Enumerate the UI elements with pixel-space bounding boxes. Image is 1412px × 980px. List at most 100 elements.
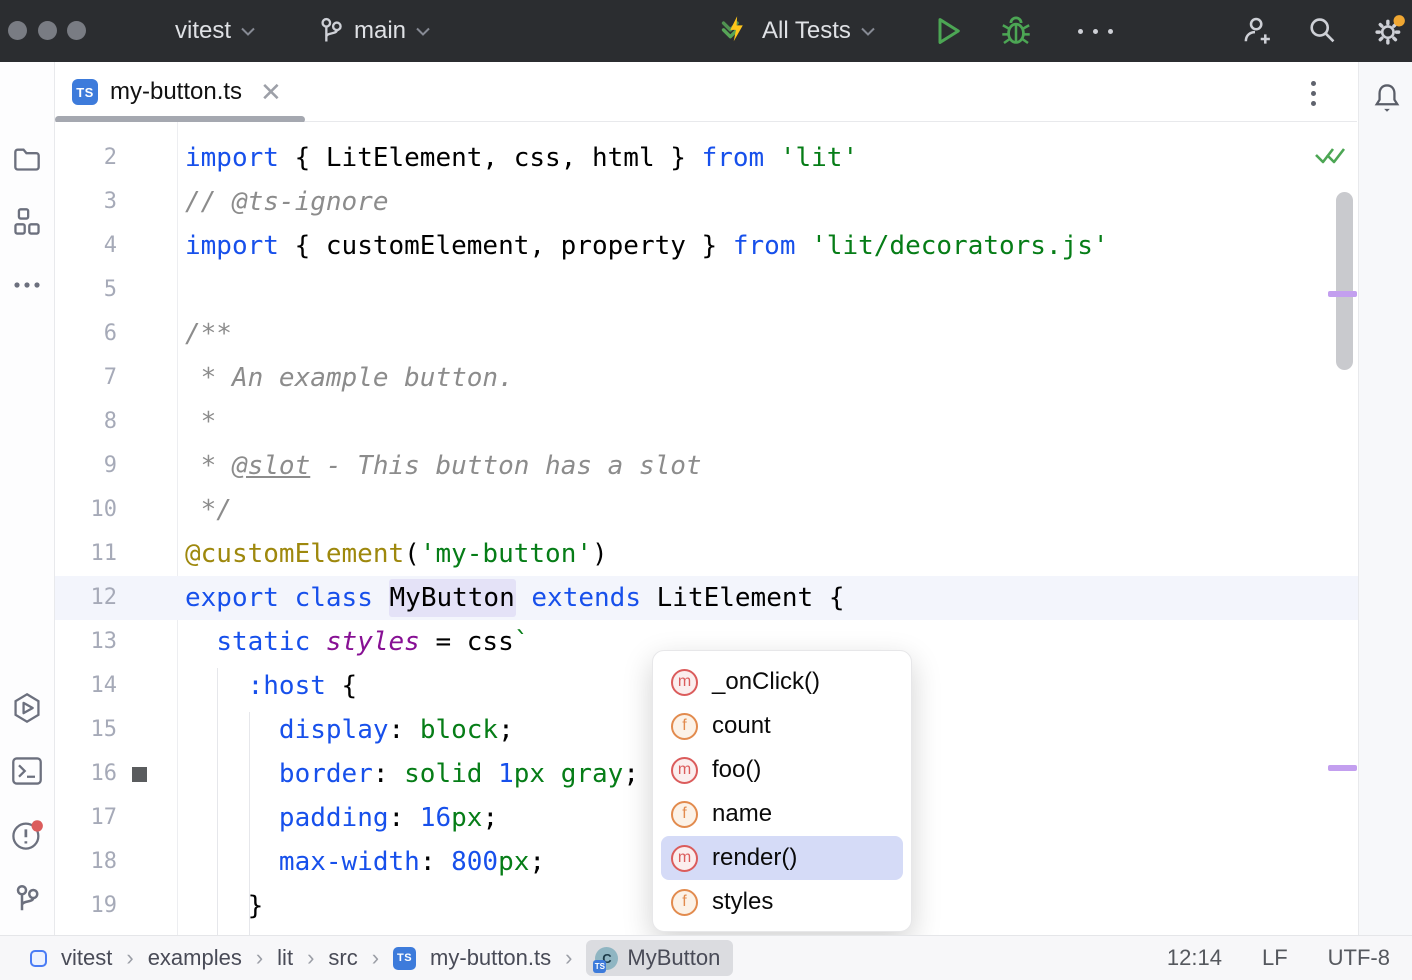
project-folder-icon[interactable] xyxy=(13,146,41,172)
code-line[interactable]: 5 xyxy=(55,268,1358,312)
services-icon[interactable] xyxy=(11,692,43,724)
line-number[interactable]: 16 xyxy=(55,752,117,796)
title-bar: vitest main All Tests xyxy=(0,0,1412,62)
code-line[interactable]: 11 @customElement('my-button') xyxy=(55,532,1358,576)
code-text[interactable]: @customElement('my-button') xyxy=(185,532,608,576)
code-line[interactable]: 2 import { LitElement, css, html } from '… xyxy=(55,136,1358,180)
field-icon: f xyxy=(671,713,698,740)
structure-popup-item[interactable]: fname xyxy=(661,792,903,836)
line-number[interactable]: 9 xyxy=(55,444,117,488)
breadcrumb-examples[interactable]: examples xyxy=(148,945,242,971)
line-number[interactable]: 15 xyxy=(55,708,117,752)
line-number[interactable]: 14 xyxy=(55,664,117,708)
code-text[interactable]: } xyxy=(185,884,263,928)
structure-icon[interactable] xyxy=(13,207,41,237)
line-number[interactable]: 2 xyxy=(55,136,117,180)
status-bar: vitest › examples › lit › src › TS my-bu… xyxy=(0,935,1412,980)
caret-position-widget[interactable]: 12:14 xyxy=(1167,945,1222,971)
branch-name: main xyxy=(354,0,406,62)
breadcrumb-class-label: MyButton xyxy=(627,945,720,971)
terminal-icon[interactable] xyxy=(11,756,43,786)
code-text[interactable]: static styles = css` xyxy=(185,620,529,664)
tab-my-button[interactable]: TS my-button.ts ✕ xyxy=(60,62,302,122)
structure-popup-item[interactable]: fstyles xyxy=(661,880,903,924)
line-number[interactable]: 8 xyxy=(55,400,117,444)
line-number[interactable]: 7 xyxy=(55,356,117,400)
code-line[interactable]: 6 /** xyxy=(55,312,1358,356)
code-text[interactable]: max-width: 800px; xyxy=(185,840,545,884)
search-everywhere-button[interactable] xyxy=(1307,0,1337,62)
line-number[interactable]: 18 xyxy=(55,840,117,884)
line-number[interactable]: 19 xyxy=(55,884,117,928)
run-button[interactable] xyxy=(933,0,963,62)
line-number[interactable]: 12 xyxy=(55,576,117,620)
line-number[interactable]: 4 xyxy=(55,224,117,268)
git-toolwindow-icon[interactable] xyxy=(13,884,41,914)
breadcrumb-class-selected[interactable]: CTS MyButton xyxy=(586,940,733,976)
breadcrumb-lit[interactable]: lit xyxy=(277,945,293,971)
add-user-icon xyxy=(1240,15,1270,47)
code-line[interactable]: 3 // @ts-ignore xyxy=(55,180,1358,224)
line-number[interactable]: 6 xyxy=(55,312,117,356)
code-line[interactable]: 4 import { customElement, property } from… xyxy=(55,224,1358,268)
code-line[interactable]: 8 * xyxy=(55,400,1358,444)
notifications-stripe xyxy=(1358,62,1412,935)
debug-bug-icon xyxy=(1000,15,1032,47)
code-line[interactable]: 7 * An example button. xyxy=(55,356,1358,400)
notifications-bell-icon[interactable] xyxy=(1373,82,1401,114)
window-minimize-button[interactable] xyxy=(38,21,57,40)
inspections-passed-icon[interactable] xyxy=(1313,142,1347,170)
code-text[interactable]: import { customElement, property } from … xyxy=(185,224,1109,268)
structure-popup-item[interactable]: fcount xyxy=(661,704,903,748)
code-line[interactable]: 12 export class MyButton extends LitEleme… xyxy=(55,576,1358,620)
more-actions-button[interactable] xyxy=(1078,0,1113,62)
code-text[interactable]: * @slot - This button has a slot xyxy=(185,444,702,488)
line-number[interactable]: 5 xyxy=(55,268,117,312)
window-zoom-button[interactable] xyxy=(67,21,86,40)
line-number[interactable]: 11 xyxy=(55,532,117,576)
structure-popup-item[interactable]: m_onClick() xyxy=(661,660,903,704)
chevron-down-icon xyxy=(241,27,255,36)
editor-scrollbar[interactable] xyxy=(1336,192,1353,370)
code-text[interactable]: import { LitElement, css, html } from 'l… xyxy=(185,136,858,180)
code-text[interactable]: * xyxy=(185,400,216,444)
code-text[interactable]: padding: 16px; xyxy=(185,796,498,840)
line-number[interactable]: 10 xyxy=(55,488,117,532)
code-text[interactable]: */ xyxy=(185,488,232,532)
encoding-widget[interactable]: UTF-8 xyxy=(1328,945,1390,971)
settings-button[interactable] xyxy=(1372,0,1406,62)
color-preview-swatch[interactable] xyxy=(132,767,147,782)
tab-close-icon[interactable]: ✕ xyxy=(260,79,282,105)
line-separator-widget[interactable]: LF xyxy=(1262,945,1288,971)
branch-widget[interactable]: main xyxy=(318,0,430,62)
window-close-button[interactable] xyxy=(8,21,27,40)
code-with-me-button[interactable] xyxy=(1240,0,1270,62)
code-text[interactable]: export class MyButton extends LitElement… xyxy=(185,576,844,620)
code-line[interactable]: 9 * @slot - This button has a slot xyxy=(55,444,1358,488)
code-text[interactable]: /** xyxy=(185,312,232,356)
code-text[interactable]: border: solid 1px gray; xyxy=(185,752,639,796)
problems-icon[interactable] xyxy=(10,818,44,852)
line-number[interactable]: 17 xyxy=(55,796,117,840)
tab-options-button[interactable] xyxy=(1311,76,1316,111)
breadcrumb-file[interactable]: my-button.ts xyxy=(430,945,551,971)
breadcrumb-separator: › xyxy=(256,945,263,971)
structure-popup-item[interactable]: mrender() xyxy=(661,836,903,880)
code-text[interactable]: display: block; xyxy=(185,708,514,752)
code-line[interactable]: 10 */ xyxy=(55,488,1358,532)
breadcrumb-src[interactable]: src xyxy=(328,945,357,971)
code-text[interactable]: * An example button. xyxy=(185,356,514,400)
line-number[interactable]: 13 xyxy=(55,620,117,664)
line-number[interactable]: 3 xyxy=(55,180,117,224)
run-configuration-widget[interactable]: All Tests xyxy=(720,0,875,62)
run-icon xyxy=(933,15,963,47)
more-tool-windows-icon[interactable] xyxy=(12,280,42,290)
debug-button[interactable] xyxy=(1000,0,1032,62)
status-bar-widgets: 12:14 LF UTF-8 xyxy=(1167,945,1390,971)
breadcrumb-project[interactable]: vitest xyxy=(61,945,112,971)
project-widget[interactable]: vitest xyxy=(175,0,255,62)
editor-tab-bar: TS my-button.ts ✕ xyxy=(55,62,1357,122)
code-text[interactable]: // @ts-ignore xyxy=(185,180,389,224)
code-text[interactable]: :host { xyxy=(185,664,357,708)
structure-popup-item[interactable]: mfoo() xyxy=(661,748,903,792)
